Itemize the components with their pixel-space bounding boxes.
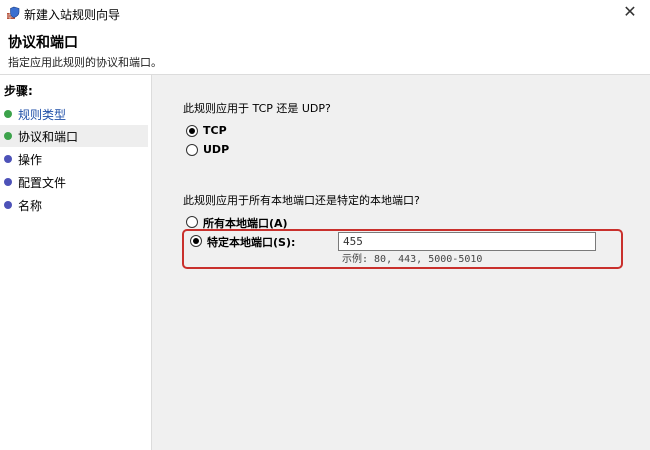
firewall-shield-icon bbox=[7, 6, 20, 19]
step-current-icon bbox=[4, 132, 12, 140]
close-button[interactable]: ✕ bbox=[616, 1, 644, 23]
sidebar-item-label: 操作 bbox=[18, 153, 43, 167]
specific-ports-label: 特定本地端口(S): bbox=[207, 236, 296, 249]
page-description: 指定应用此规则的协议和端口。 bbox=[8, 56, 162, 69]
window-title: 新建入站规则向导 bbox=[24, 8, 121, 22]
sidebar-item-protocol-ports[interactable]: 协议和端口 bbox=[0, 125, 148, 147]
step-pending-icon bbox=[4, 201, 12, 209]
specific-ports-radio-option[interactable]: 特定本地端口(S): bbox=[190, 234, 330, 250]
specific-ports-radio[interactable] bbox=[190, 235, 202, 247]
ports-question: 此规则应用于所有本地端口还是特定的本地端口? bbox=[183, 194, 420, 207]
udp-radio-option[interactable]: UDP bbox=[186, 143, 266, 159]
tcp-radio-option[interactable]: TCP bbox=[186, 124, 266, 140]
sidebar-item-profile: 配置文件 bbox=[0, 171, 148, 193]
sidebar-item-label: 配置文件 bbox=[18, 176, 67, 190]
wizard-header: 协议和端口 指定应用此规则的协议和端口。 bbox=[0, 26, 650, 75]
step-done-icon bbox=[4, 110, 12, 118]
udp-radio[interactable] bbox=[186, 144, 198, 156]
steps-heading: 步骤: bbox=[4, 84, 33, 98]
sidebar-item-name: 名称 bbox=[0, 194, 148, 216]
tcp-radio[interactable] bbox=[186, 125, 198, 137]
step-pending-icon bbox=[4, 178, 12, 186]
ports-example-hint: 示例: 80, 443, 5000-5010 bbox=[342, 254, 483, 265]
all-ports-radio[interactable] bbox=[186, 216, 198, 228]
sidebar-item-label: 规则类型 bbox=[18, 108, 67, 122]
specific-ports-input[interactable] bbox=[338, 232, 596, 251]
step-pending-icon bbox=[4, 155, 12, 163]
udp-label: UDP bbox=[203, 143, 230, 156]
title-bar: 新建入站规则向导 ✕ bbox=[0, 0, 650, 26]
tcp-label: TCP bbox=[203, 124, 227, 137]
sidebar-item-rule-type[interactable]: 规则类型 bbox=[0, 103, 148, 125]
sidebar-item-action: 操作 bbox=[0, 148, 148, 170]
protocol-question: 此规则应用于 TCP 还是 UDP? bbox=[183, 102, 331, 115]
sidebar-item-label: 协议和端口 bbox=[18, 130, 79, 144]
page-title: 协议和端口 bbox=[8, 35, 78, 51]
sidebar-item-label: 名称 bbox=[18, 199, 43, 213]
steps-sidebar: 步骤: 规则类型 协议和端口 操作 配置文件 名称 bbox=[0, 75, 152, 450]
close-icon: ✕ bbox=[623, 2, 637, 21]
